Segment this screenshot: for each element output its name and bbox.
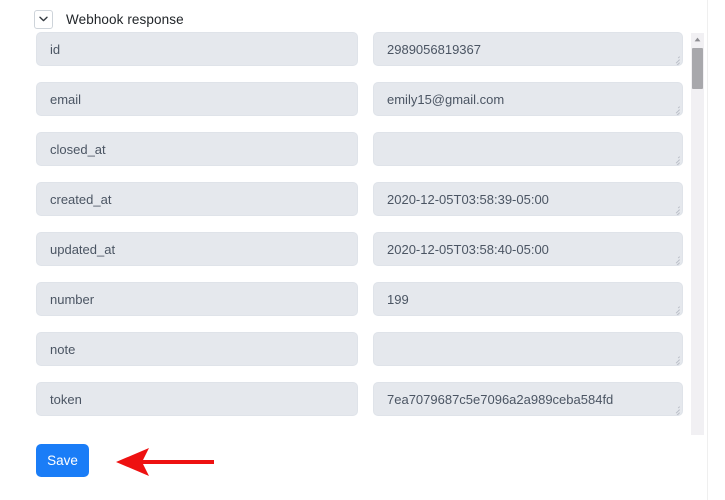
fields-scroll-area: id 2989056819367 email emily15@gmail.com… bbox=[0, 32, 707, 436]
field-key-updated-at[interactable]: updated_at bbox=[36, 232, 358, 266]
save-button[interactable]: Save bbox=[36, 444, 89, 477]
resize-handle-icon[interactable] bbox=[671, 355, 680, 365]
table-row: token 7ea7079687c5e7096a2a989ceba584fd bbox=[0, 382, 707, 416]
table-row: id 2989056819367 bbox=[0, 32, 707, 66]
webhook-response-panel: Webhook response id 2989056819367 email … bbox=[0, 0, 725, 500]
field-key-created-at[interactable]: created_at bbox=[36, 182, 358, 216]
table-row: closed_at bbox=[0, 132, 707, 166]
field-value-closed-at[interactable] bbox=[373, 132, 683, 166]
field-key-note[interactable]: note bbox=[36, 332, 358, 366]
table-row: number 199 bbox=[0, 282, 707, 316]
table-row: updated_at 2020-12-05T03:58:40-05:00 bbox=[0, 232, 707, 266]
page-gutter bbox=[708, 0, 725, 500]
resize-handle-icon[interactable] bbox=[671, 105, 680, 115]
field-key-closed-at[interactable]: closed_at bbox=[36, 132, 358, 166]
scrollbar-thumb[interactable] bbox=[692, 48, 703, 89]
table-row: note bbox=[0, 332, 707, 366]
field-key-id[interactable]: id bbox=[36, 32, 358, 66]
resize-handle-icon[interactable] bbox=[671, 255, 680, 265]
chevron-down-icon[interactable] bbox=[34, 9, 53, 29]
field-value-number[interactable]: 199 bbox=[373, 282, 683, 316]
caret-up-glyph bbox=[694, 37, 701, 42]
field-value-id[interactable]: 2989056819367 bbox=[373, 32, 683, 66]
chevron-down-glyph bbox=[39, 16, 48, 22]
resize-handle-icon[interactable] bbox=[671, 405, 680, 415]
arrow-left-icon bbox=[116, 448, 214, 476]
table-row: email emily15@gmail.com bbox=[0, 82, 707, 116]
resize-handle-icon[interactable] bbox=[671, 305, 680, 315]
field-value-created-at[interactable]: 2020-12-05T03:58:39-05:00 bbox=[373, 182, 683, 216]
field-key-token[interactable]: token bbox=[36, 382, 358, 416]
resize-handle-icon[interactable] bbox=[671, 205, 680, 215]
field-value-email[interactable]: emily15@gmail.com bbox=[373, 82, 683, 116]
resize-handle-icon[interactable] bbox=[671, 155, 680, 165]
page-title: Webhook response bbox=[66, 11, 184, 27]
caret-up-icon[interactable] bbox=[691, 33, 704, 46]
vertical-scrollbar[interactable] bbox=[691, 33, 704, 435]
field-value-updated-at[interactable]: 2020-12-05T03:58:40-05:00 bbox=[373, 232, 683, 266]
section-header: Webhook response bbox=[34, 9, 184, 29]
field-key-number[interactable]: number bbox=[36, 282, 358, 316]
field-value-note[interactable] bbox=[373, 332, 683, 366]
field-key-email[interactable]: email bbox=[36, 82, 358, 116]
field-value-token[interactable]: 7ea7079687c5e7096a2a989ceba584fd bbox=[373, 382, 683, 416]
resize-handle-icon[interactable] bbox=[671, 55, 680, 65]
table-row: created_at 2020-12-05T03:58:39-05:00 bbox=[0, 182, 707, 216]
